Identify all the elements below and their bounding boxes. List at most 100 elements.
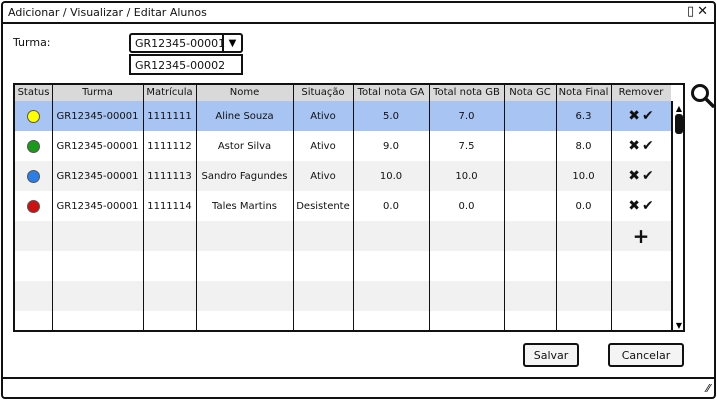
column-divider [611,85,612,330]
ga-cell[interactable]: 0.0 [353,191,429,221]
final-cell[interactable]: 8.0 [556,131,611,161]
matricula-cell[interactable]: 1111112 [143,131,196,161]
empty-row [15,311,671,330]
turma-cell[interactable]: GR12345-00001 [52,191,143,221]
main-window: Adicionar / Visualizar / Editar Alunos ▯… [1,1,716,399]
turma-label: Turma: [13,36,51,49]
turma-option[interactable]: GR12345-00002 [135,59,225,72]
situacao-cell[interactable]: Desistente [293,191,353,221]
status-dot [27,109,40,123]
status-dot [27,199,40,213]
column-divider [196,85,197,330]
column-divider [293,85,294,330]
column-divider [504,85,505,330]
gc-cell[interactable] [504,101,556,131]
restore-icon[interactable]: ▯ [687,4,694,19]
checkmark-icon[interactable]: ✔ [642,138,654,154]
status-dot [27,169,40,183]
final-cell[interactable]: 0.0 [556,191,611,221]
close-icon[interactable]: ✕ [697,4,708,19]
matricula-cell[interactable]: 1111113 [143,161,196,191]
empty-row [15,251,671,281]
save-button[interactable]: Salvar [523,343,579,367]
checkmark-icon[interactable]: ✔ [642,198,654,214]
header-total-ga[interactable]: Total nota GA [353,85,429,101]
column-divider [429,85,430,330]
matricula-cell[interactable]: 1111114 [143,191,196,221]
remove-x-icon[interactable]: ✖ [628,168,640,184]
table-header: Status Turma Matrícula Nome Situação Tot… [15,85,671,101]
checkmark-icon[interactable]: ✔ [642,168,654,184]
search-icon[interactable] [690,83,716,109]
situacao-cell[interactable]: Ativo [293,131,353,161]
header-status[interactable]: Status [15,85,52,101]
scroll-down-arrow-icon[interactable]: ▼ [673,319,683,330]
empty-row [15,281,671,311]
turma-select[interactable]: GR12345-00001 ▼ [129,33,243,53]
scroll-up-arrow-icon[interactable]: ▲ [673,102,683,114]
column-divider [556,85,557,330]
gb-cell[interactable]: 7.0 [429,101,504,131]
title-bar: Adicionar / Visualizar / Editar Alunos ▯… [3,3,714,24]
header-remover[interactable]: Remover [611,85,671,101]
turma-dropdown[interactable]: GR12345-00002 [129,54,243,75]
table-row[interactable]: GR12345-00001 1111111 Aline Souza Ativo … [15,101,671,131]
table-row[interactable]: GR12345-00001 1111114 Tales Martins Desi… [15,191,671,221]
status-cell [15,161,52,191]
column-divider [52,85,53,330]
table-row[interactable]: GR12345-00001 1111112 Astor Silva Ativo … [15,131,671,161]
window-controls: ▯ ✕ [687,4,708,19]
header-nota-gc[interactable]: Nota GC [504,85,556,101]
status-cell [15,191,52,221]
turma-cell[interactable]: GR12345-00001 [52,131,143,161]
add-cell: + [611,221,671,251]
gb-cell[interactable]: 0.0 [429,191,504,221]
header-situacao[interactable]: Situação [293,85,353,101]
gc-cell[interactable] [504,161,556,191]
nome-cell[interactable]: Aline Souza [196,101,293,131]
table-row[interactable]: GR12345-00001 1111113 Sandro Fagundes At… [15,161,671,191]
turma-cell[interactable]: GR12345-00001 [52,101,143,131]
gb-cell[interactable]: 10.0 [429,161,504,191]
turma-selected-value: GR12345-00001 [135,37,226,50]
window-title: Adicionar / Visualizar / Editar Alunos [8,6,207,19]
final-cell[interactable]: 6.3 [556,101,611,131]
header-turma[interactable]: Turma [52,85,143,101]
turma-cell[interactable]: GR12345-00001 [52,161,143,191]
situacao-cell[interactable]: Ativo [293,161,353,191]
remove-x-icon[interactable]: ✖ [628,108,640,124]
remove-x-icon[interactable]: ✖ [628,138,640,154]
situacao-cell[interactable]: Ativo [293,101,353,131]
ga-cell[interactable]: 5.0 [353,101,429,131]
header-nota-final[interactable]: Nota Final [556,85,611,101]
checkmark-icon[interactable]: ✔ [642,108,654,124]
gc-cell[interactable] [504,131,556,161]
status-cell [15,131,52,161]
add-icon[interactable]: + [633,224,650,248]
gc-cell[interactable] [504,191,556,221]
gb-cell[interactable]: 7.5 [429,131,504,161]
remove-actions: ✖ ✔ [611,131,671,161]
add-row: + [15,221,671,251]
scroll-thumb[interactable] [675,114,683,134]
cancel-button[interactable]: Cancelar [608,343,684,367]
resize-grip-icon[interactable]: ⁄⁄ [706,382,710,395]
final-cell[interactable]: 10.0 [556,161,611,191]
status-bar: ⁄⁄ [3,377,714,397]
header-total-gb[interactable]: Total nota GB [429,85,504,101]
header-matricula[interactable]: Matrícula [143,85,196,101]
column-divider [143,85,144,330]
matricula-cell[interactable]: 1111111 [143,101,196,131]
nome-cell[interactable]: Tales Martins [196,191,293,221]
remove-actions: ✖ ✔ [611,161,671,191]
nome-cell[interactable]: Sandro Fagundes [196,161,293,191]
ga-cell[interactable]: 10.0 [353,161,429,191]
nome-cell[interactable]: Astor Silva [196,131,293,161]
remove-x-icon[interactable]: ✖ [628,198,640,214]
chevron-down-icon[interactable]: ▼ [222,35,241,51]
vertical-scrollbar[interactable]: ▲ ▼ [671,101,683,330]
column-divider [353,85,354,330]
ga-cell[interactable]: 9.0 [353,131,429,161]
remove-actions: ✖ ✔ [611,101,671,131]
header-nome[interactable]: Nome [196,85,293,101]
